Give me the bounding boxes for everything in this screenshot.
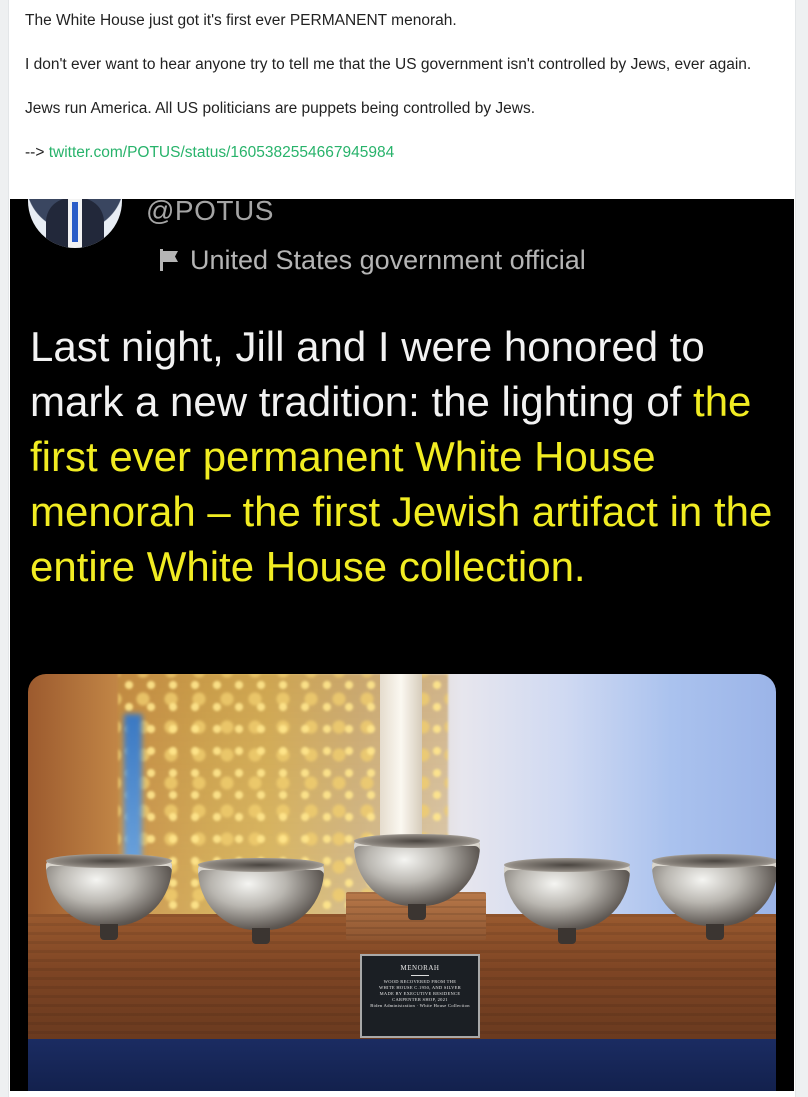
post-paragraph: Jews run America. All US politicians are… xyxy=(25,100,536,117)
tweet-handle: @POTUS xyxy=(146,199,274,226)
avatar xyxy=(28,199,122,248)
post-body: The White House just got it's first ever… xyxy=(25,10,781,164)
tweet-screenshot: @POTUS United States government official… xyxy=(10,199,794,1091)
plaque-line: Biden Administration · White House Colle… xyxy=(370,1003,470,1008)
official-label-text: United States government official xyxy=(190,245,586,275)
tweet-link[interactable]: twitter.com/POTUS/status/160538255466794… xyxy=(49,144,395,161)
plaque-title: MENORAH xyxy=(400,964,440,972)
link-prefix: --> xyxy=(25,144,45,161)
menorah-photo: MENORAH WOOD RECOVERED FROM THE WHITE HO… xyxy=(28,674,776,1091)
post-paragraph: The White House just got it's first ever… xyxy=(25,12,457,29)
official-label: United States government official xyxy=(158,245,586,276)
tweet-text-plain: Last night, Jill and I were honored to m… xyxy=(30,323,705,425)
post-paragraph: I don't ever want to hear anyone try to … xyxy=(25,56,752,73)
tweet-text: Last night, Jill and I were honored to m… xyxy=(30,319,780,594)
post-link-line: --> twitter.com/POTUS/status/16053825546… xyxy=(25,142,781,164)
flag-icon xyxy=(158,249,180,271)
menorah-plaque: MENORAH WOOD RECOVERED FROM THE WHITE HO… xyxy=(360,954,480,1038)
